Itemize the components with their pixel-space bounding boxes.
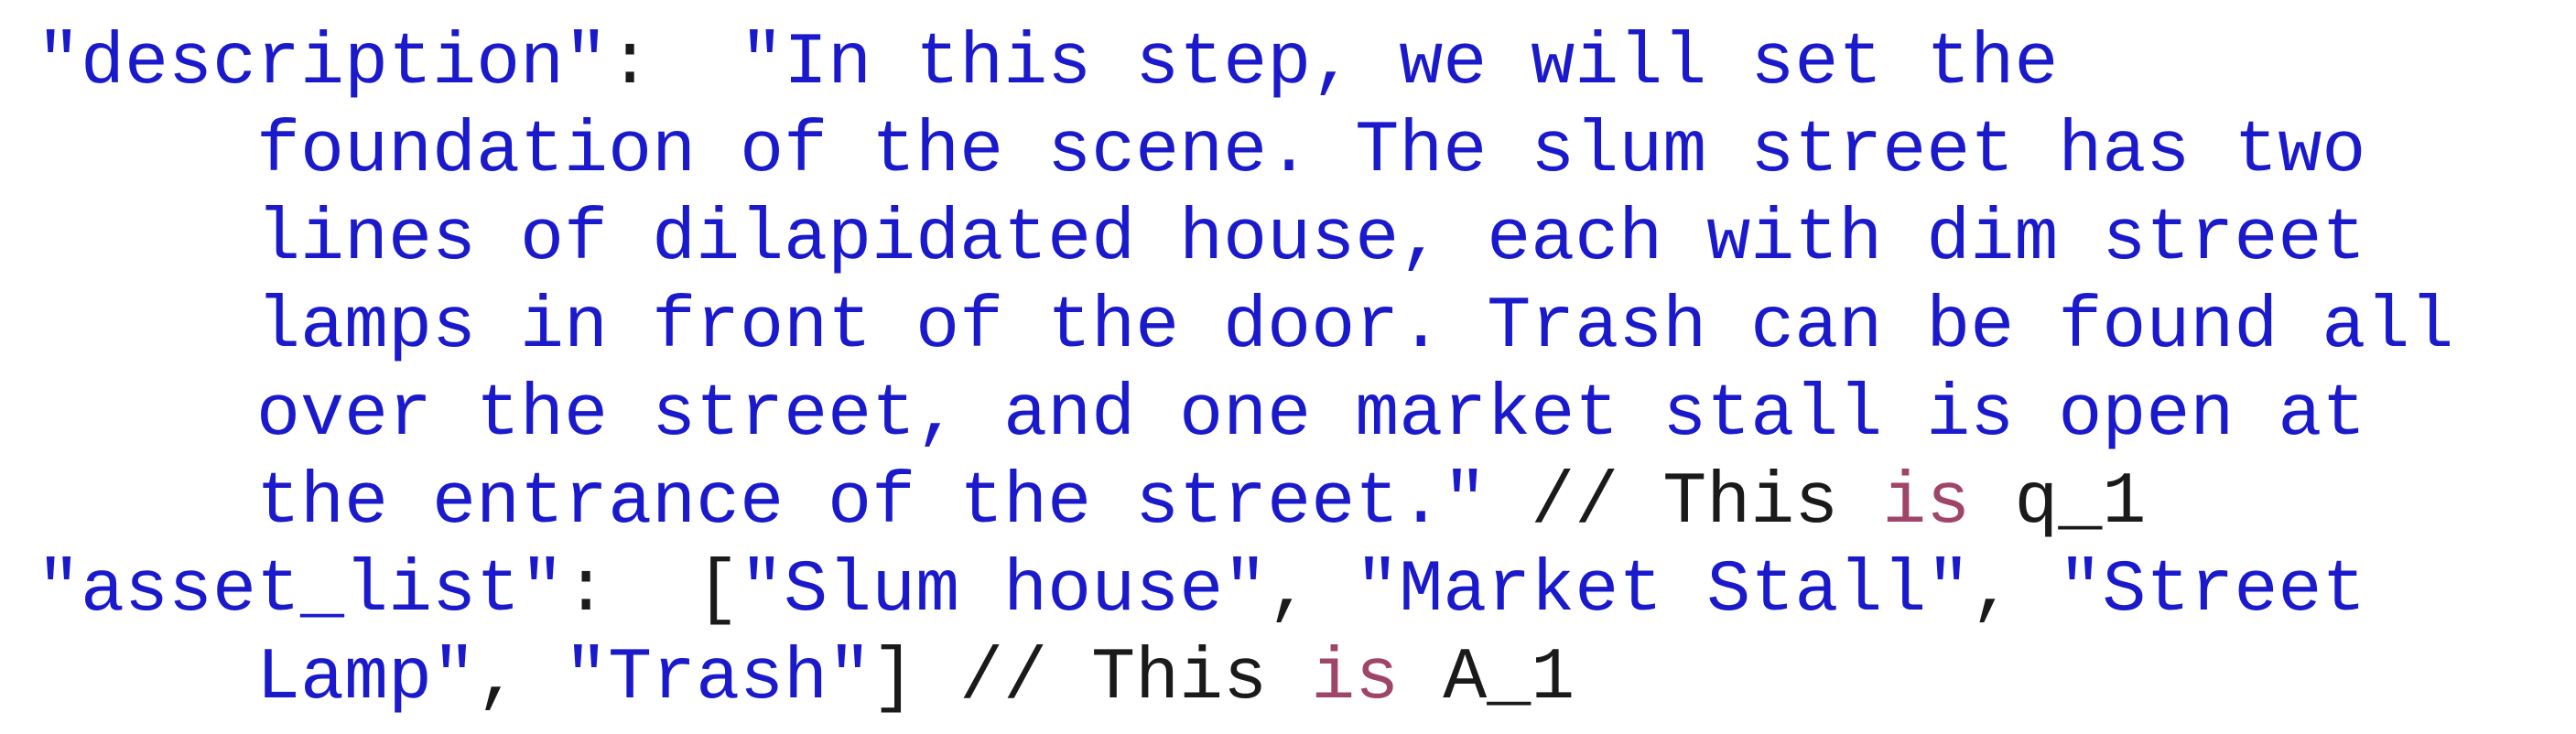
- keyword-token: is: [1882, 461, 1971, 545]
- string-token: "description": [37, 22, 609, 105]
- string-token: over the street, and one market stall is…: [256, 373, 2366, 457]
- code-line: the entrance of the street." // This is …: [37, 459, 2453, 547]
- code-line: Lamp", "Trash"] // This is A_1: [37, 635, 2453, 723]
- text-token: q_1: [1970, 461, 2147, 545]
- string-token: the entrance of the street.": [256, 461, 1488, 545]
- code-line: "description": "In this step, we will se…: [37, 20, 2453, 108]
- text-token: ,: [476, 637, 565, 720]
- string-token: "In this step, we will set the: [740, 22, 2059, 105]
- string-token: "Street: [2058, 549, 2366, 632]
- code-line: foundation of the scene. The slum street…: [37, 108, 2453, 196]
- string-token: "asset_list": [37, 549, 565, 632]
- text-token: A_1: [1399, 637, 1575, 720]
- string-token: "Market Stall": [1355, 549, 1971, 632]
- code-line: lines of dilapidated house, each with di…: [37, 196, 2453, 284]
- code-snippet: "description": "In this step, we will se…: [37, 20, 2453, 723]
- text-token: :: [608, 22, 741, 105]
- text-token: ,: [1267, 549, 1356, 632]
- string-token: lines of dilapidated house, each with di…: [256, 198, 2366, 281]
- string-token: "Trash": [564, 637, 872, 720]
- code-line: over the street, and one market stall is…: [37, 372, 2453, 459]
- string-token: lamps in front of the door. Trash can be…: [256, 286, 2454, 369]
- code-line: lamps in front of the door. Trash can be…: [37, 284, 2453, 372]
- keyword-token: is: [1311, 637, 1400, 720]
- string-token: "Slum house": [740, 549, 1268, 632]
- text-token: ] // This: [871, 637, 1312, 720]
- text-token: : [: [564, 549, 741, 632]
- text-token: // This: [1487, 461, 1883, 545]
- text-token: ,: [1970, 549, 2059, 632]
- string-token: foundation of the scene. The slum street…: [256, 110, 2366, 193]
- string-token: Lamp": [256, 637, 477, 720]
- code-line: "asset_list": ["Slum house", "Market Sta…: [37, 547, 2453, 635]
